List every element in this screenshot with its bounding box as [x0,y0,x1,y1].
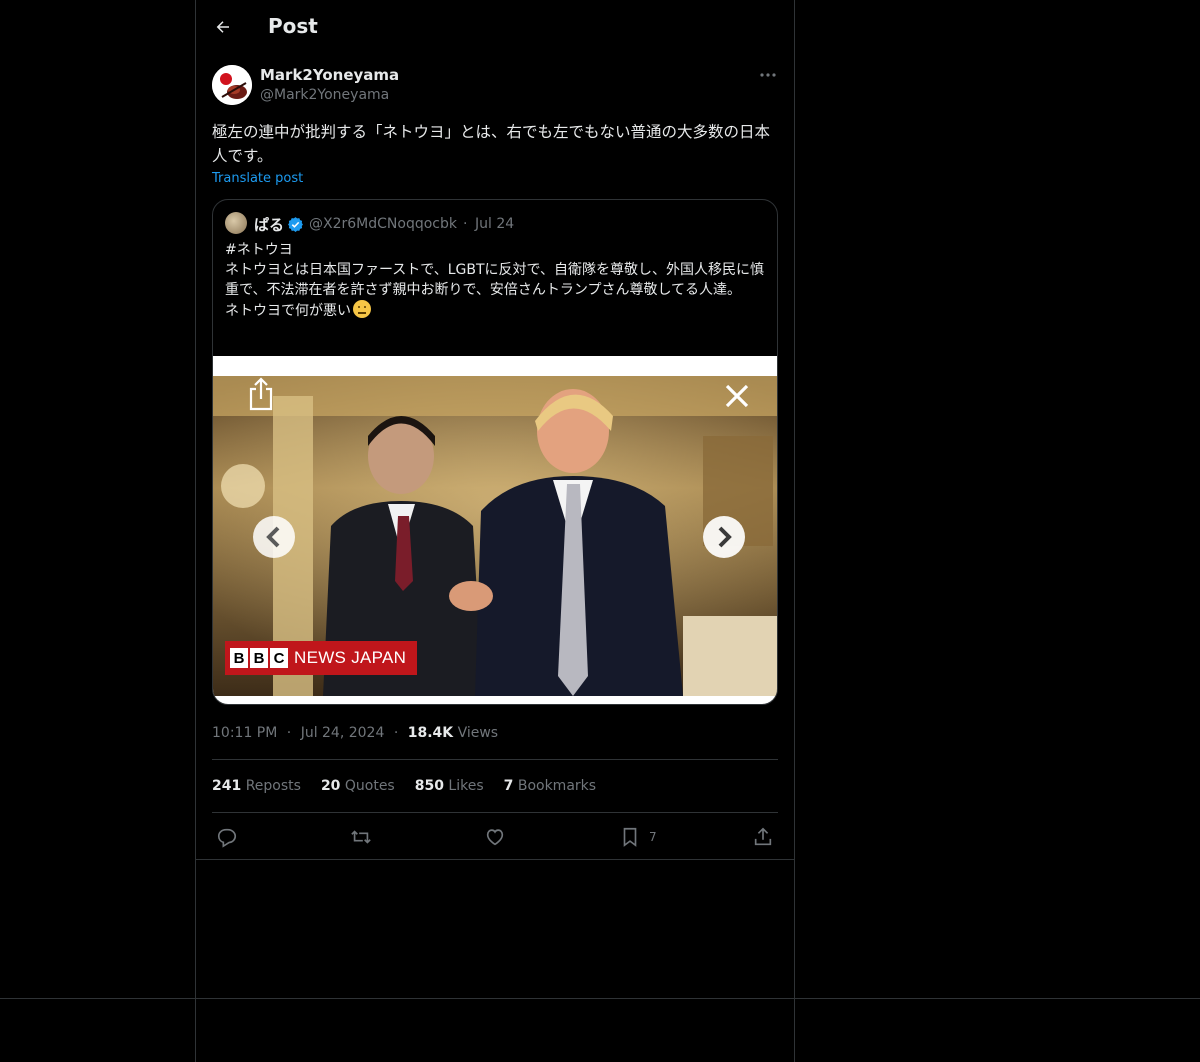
arrow-left-icon [216,21,229,33]
views-count: 18.4K [407,725,454,741]
share-button[interactable] [752,826,774,848]
bookmark-count: 7 [649,830,657,844]
quoted-author-handle: @X2r6MdCNoqqocbk [309,216,457,232]
quoted-photo: B B C NEWS JAPAN [213,376,777,696]
engagement-stats: 241 Reposts 20 Quotes 850 Likes 7 Bookma… [212,778,596,794]
bookmark-icon [623,827,637,847]
author-display-name[interactable]: Mark2Yoneyama [260,66,399,84]
close-icon [725,384,749,408]
views-label: Views [457,725,499,741]
bookmarks-stat[interactable]: 7 Bookmarks [504,778,596,794]
chevron-right-icon [718,526,732,548]
stats-top-divider [212,759,778,760]
quoted-author-name: ぱる [254,216,285,234]
post-meta: 10:11 PM · Jul 24, 2024 · 18.4K Views [212,725,499,741]
reply-icon [217,828,237,848]
quoted-author-avatar [225,212,247,234]
verified-badge-icon [288,217,303,232]
bottom-divider [0,998,1200,999]
repost-button[interactable] [350,826,372,848]
reply-button[interactable] [216,826,238,848]
like-button[interactable] [484,826,506,848]
translate-post-link[interactable]: Translate post [212,171,303,186]
quoted-media[interactable]: B B C NEWS JAPAN [213,356,777,704]
more-icon [760,73,776,77]
likes-stat[interactable]: 850 Likes [415,778,484,794]
post-header: Post [196,0,794,53]
heart-icon [486,829,504,846]
post-text: 極左の連中が批判する「ネトウヨ」とは、右でも左でもない普通の大多数の日本人です。 [212,123,771,165]
post-time[interactable]: 10:11 PM [212,725,277,741]
bookmark-button[interactable]: 7 [619,826,657,848]
more-options-button[interactable] [758,66,778,84]
column-border-right [794,0,795,1062]
author-handle[interactable]: @Mark2Yoneyama [260,87,389,103]
author-avatar[interactable] [212,65,252,105]
confused-face-emoji [353,300,371,318]
quoted-body-line: ネトウヨとは日本国ファーストで、LGBTに反対で、自衛隊を尊敬し、外国人移民に慎… [225,262,764,298]
quoted-hashtag-line: #ネトウヨ [225,242,293,258]
quoted-separator: · [463,216,468,232]
quoted-date: Jul 24 [475,216,515,232]
reposts-stat[interactable]: 241 Reposts [212,778,301,794]
stats-bottom-divider [212,812,778,813]
quoted-post[interactable]: ぱる @X2r6MdCNoqqocbk · Jul 24 #ネトウヨ ネトウヨと… [212,199,778,705]
share-image-button[interactable] [243,376,279,412]
next-image-button[interactable] [703,516,745,558]
column-border-left [195,0,196,1062]
share-image-icon [249,377,273,411]
previous-image-button[interactable] [253,516,295,558]
bbc-news-japan-watermark: B B C NEWS JAPAN [225,641,417,675]
post-date[interactable]: Jul 24, 2024 [301,725,385,741]
share-icon [754,827,772,846]
quoted-closing-line: ネトウヨで何が悪い [225,300,770,321]
quotes-stat[interactable]: 20 Quotes [321,778,395,794]
page-title: Post [268,14,318,38]
close-image-button[interactable] [719,380,755,412]
actions-bottom-divider [196,859,794,860]
chevron-left-icon [266,526,280,548]
quoted-post-text: #ネトウヨ ネトウヨとは日本国ファーストで、LGBTに反対で、自衛隊を尊敬し、外… [225,240,770,321]
back-button[interactable] [208,10,238,44]
repost-icon [351,830,371,844]
